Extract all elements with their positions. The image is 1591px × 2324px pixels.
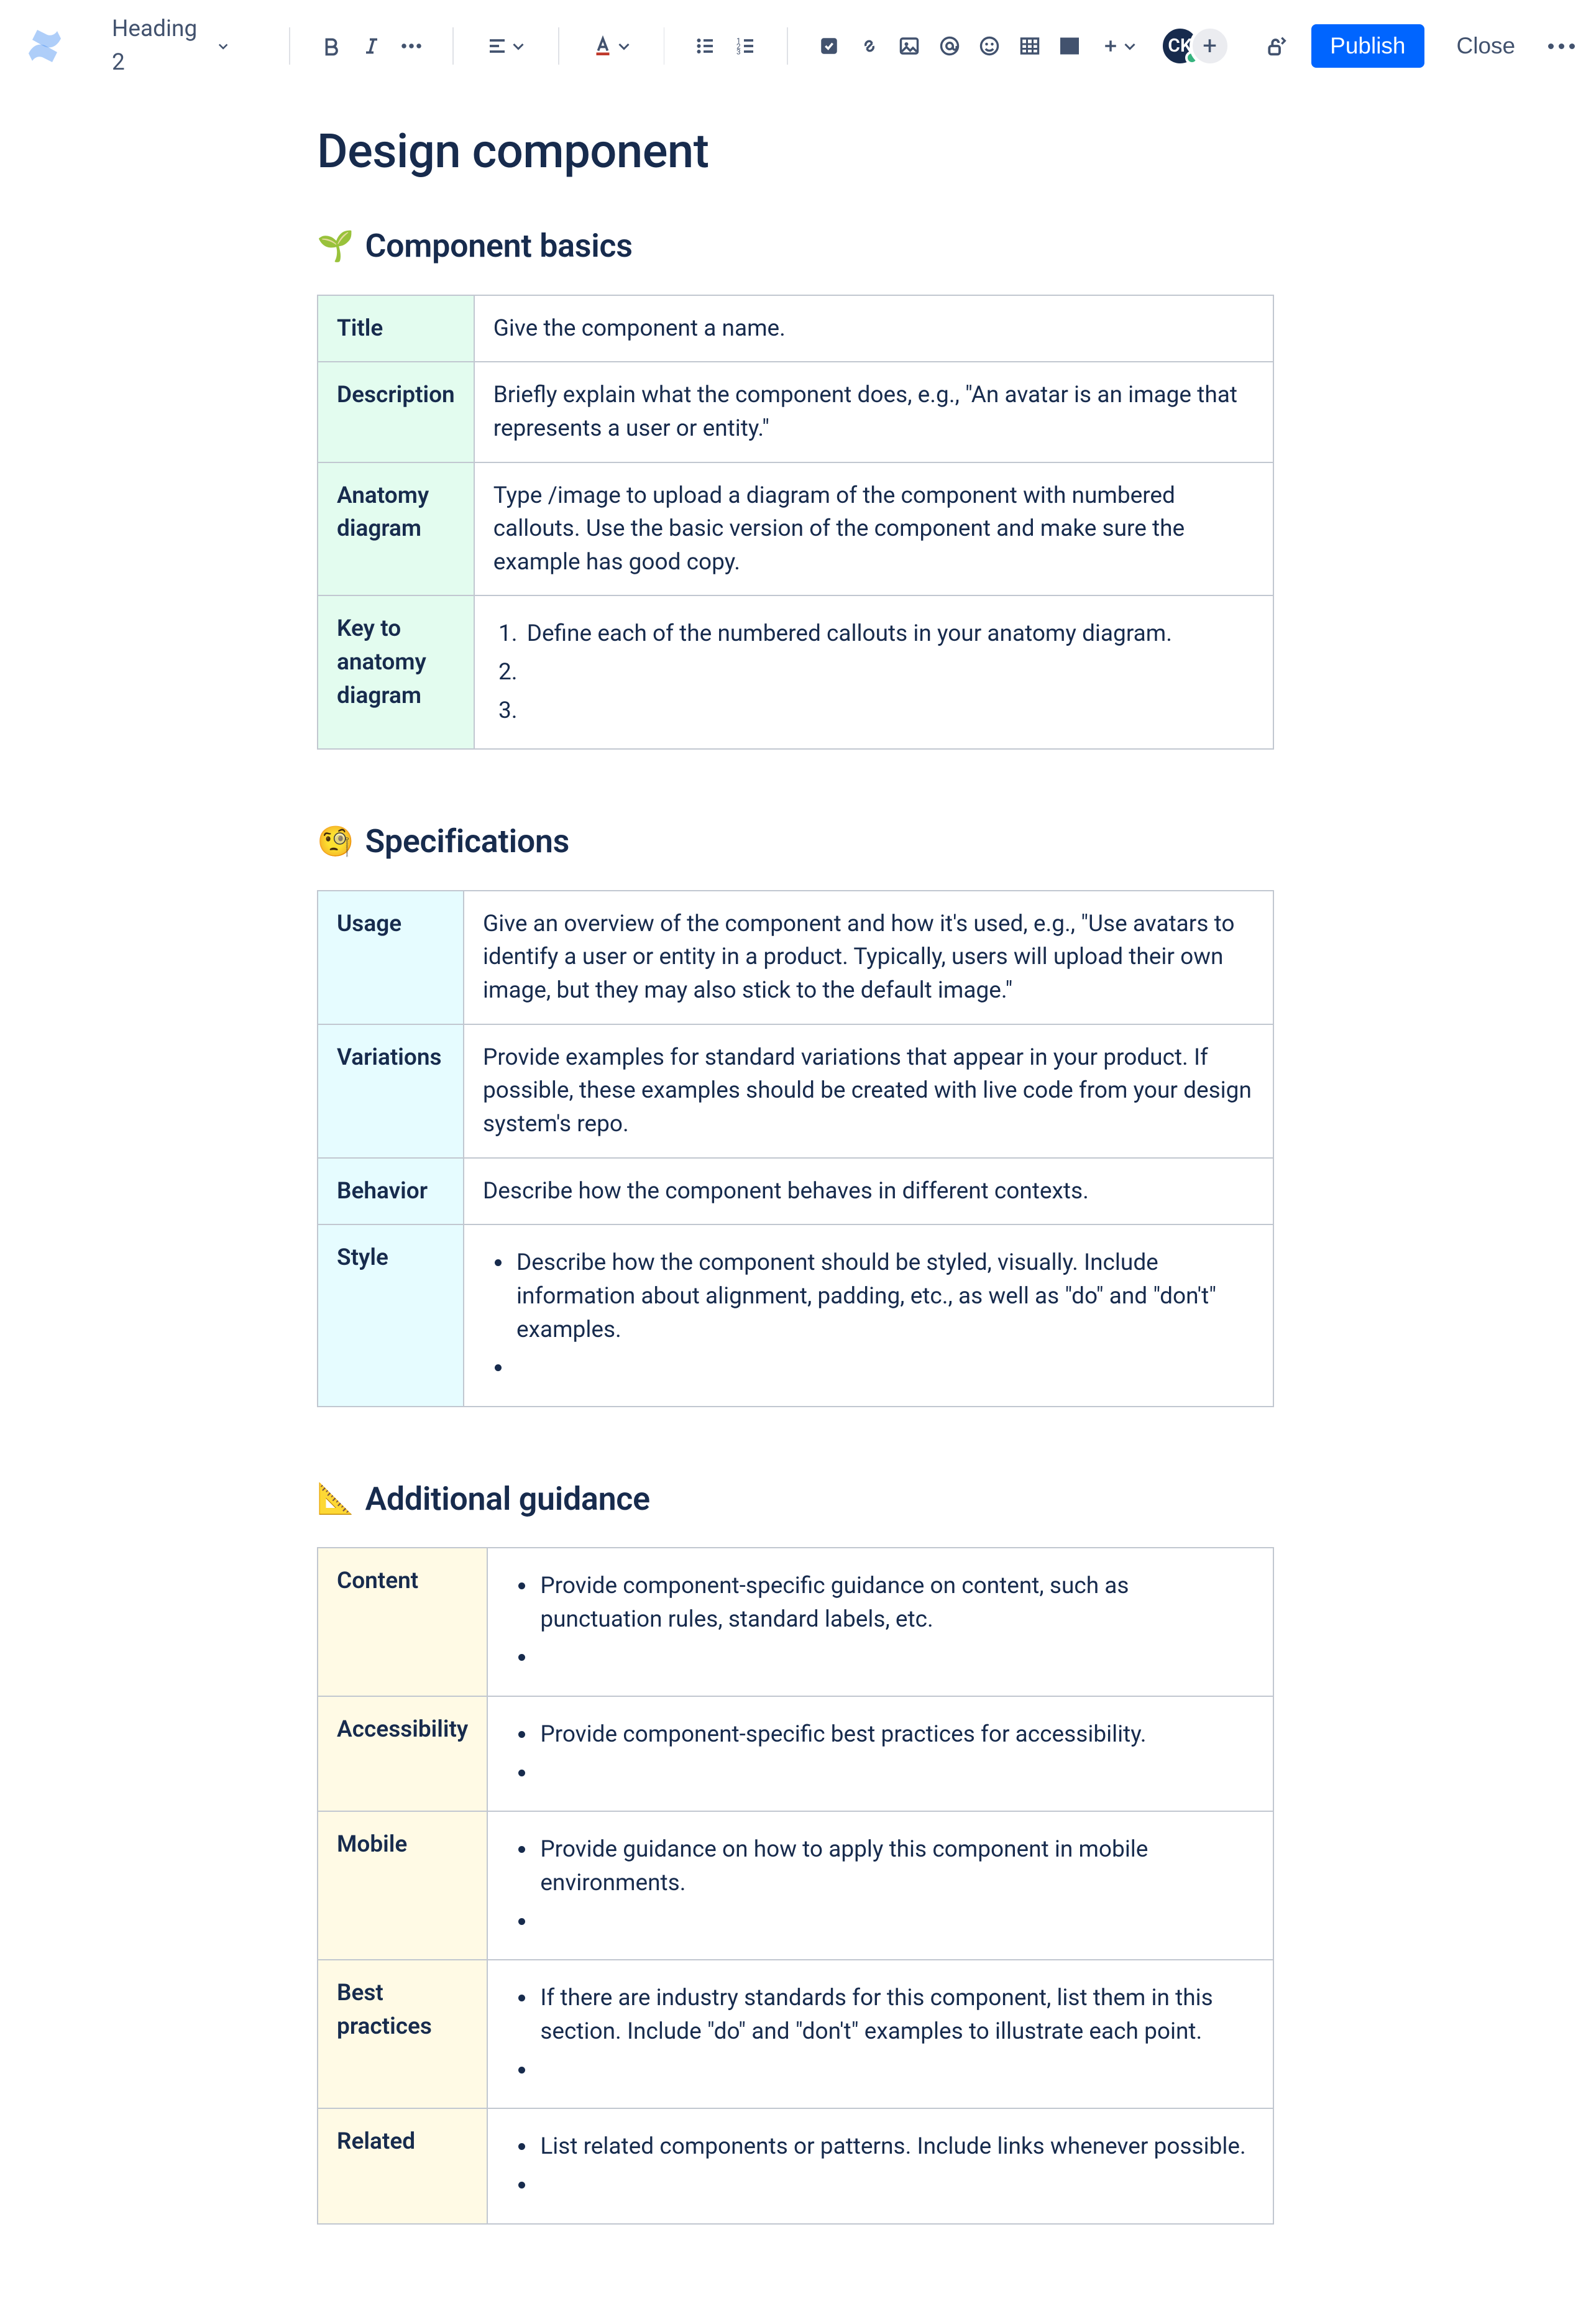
bullet-list-button[interactable]: [690, 27, 721, 65]
row-label[interactable]: Best practices: [318, 1960, 487, 2108]
row-label[interactable]: Usage: [318, 891, 464, 1024]
row-value[interactable]: Provide component-specific best practice…: [487, 1696, 1273, 1811]
numbered-list-button[interactable]: 123: [731, 27, 761, 65]
text-style-label: Heading 2: [112, 12, 199, 79]
action-item-button[interactable]: [814, 27, 845, 65]
row-label[interactable]: Style: [318, 1224, 464, 1407]
table-row: Style Describe how the component should …: [318, 1224, 1273, 1407]
row-label[interactable]: Content: [318, 1548, 487, 1696]
row-value[interactable]: Briefly explain what the component does,…: [474, 362, 1273, 462]
table-row: Usage Give an overview of the component …: [318, 891, 1273, 1024]
table-row: Mobile Provide guidance on how to apply …: [318, 1811, 1273, 1960]
toolbar-divider: [289, 27, 290, 65]
row-value[interactable]: If there are industry standards for this…: [487, 1960, 1273, 2108]
toolbar-divider: [558, 27, 559, 65]
list-item[interactable]: [536, 2054, 1254, 2087]
page-title[interactable]: Design component: [317, 117, 1274, 185]
mention-button[interactable]: [934, 27, 965, 65]
text-color-button[interactable]: [585, 27, 638, 65]
more-formatting-button[interactable]: [397, 27, 427, 65]
row-value[interactable]: Give the component a name.: [474, 295, 1273, 362]
bold-button[interactable]: [316, 27, 347, 65]
list-item[interactable]: [536, 1757, 1254, 1790]
row-label[interactable]: Key to anatomy diagram: [318, 595, 474, 749]
section-heading-label: Additional guidance: [365, 1476, 649, 1522]
face-monocle-icon: 🧐: [317, 827, 354, 857]
svg-text:3: 3: [736, 48, 741, 57]
specs-table[interactable]: Usage Give an overview of the component …: [317, 890, 1274, 1407]
table-row: Key to anatomy diagram Define each of th…: [318, 595, 1273, 749]
list-item[interactable]: [513, 1351, 1254, 1385]
row-label[interactable]: Accessibility: [318, 1696, 487, 1811]
toolbar-divider: [452, 27, 454, 65]
row-value[interactable]: Provide guidance on how to apply this co…: [487, 1811, 1273, 1960]
table-row: Related List related components or patte…: [318, 2108, 1273, 2223]
row-label[interactable]: Description: [318, 362, 474, 462]
image-button[interactable]: [894, 27, 925, 65]
row-value[interactable]: Provide examples for standard variations…: [464, 1024, 1273, 1158]
insert-more-button[interactable]: [1095, 27, 1144, 65]
list-item[interactable]: If there are industry standards for this…: [536, 1982, 1254, 2048]
row-label[interactable]: Related: [318, 2108, 487, 2223]
table-row: Variations Provide examples for standard…: [318, 1024, 1273, 1158]
layouts-button[interactable]: [1055, 27, 1085, 65]
row-value[interactable]: Define each of the numbered callouts in …: [474, 595, 1273, 749]
section-heading-guidance[interactable]: 📐 Additional guidance: [317, 1476, 1274, 1522]
emoji-button[interactable]: [974, 27, 1005, 65]
row-label[interactable]: Mobile: [318, 1811, 487, 1960]
alignment-button[interactable]: [480, 27, 532, 65]
text-style-dropdown[interactable]: Heading 2: [102, 6, 239, 85]
triangular-ruler-icon: 📐: [317, 1484, 354, 1513]
table-row: Best practices If there are industry sta…: [318, 1960, 1273, 2108]
list-item[interactable]: [536, 1641, 1254, 1674]
list-item[interactable]: [536, 2169, 1254, 2202]
list-item[interactable]: Provide guidance on how to apply this co…: [536, 1833, 1254, 1899]
list-item[interactable]: Provide component-specific best practice…: [536, 1718, 1254, 1752]
section-heading-label: Specifications: [365, 818, 569, 865]
table-row: Anatomy diagram Type /image to upload a …: [318, 462, 1273, 596]
request-changes-button[interactable]: [1262, 27, 1292, 65]
section-heading-label: Component basics: [365, 223, 632, 269]
list-item[interactable]: Describe how the component should be sty…: [513, 1246, 1254, 1346]
link-button[interactable]: [854, 27, 884, 65]
list-item[interactable]: Define each of the numbered callouts in …: [523, 617, 1254, 651]
row-value[interactable]: Type /image to upload a diagram of the c…: [474, 462, 1273, 596]
table-row: Behavior Describe how the component beha…: [318, 1158, 1273, 1225]
list-item[interactable]: [523, 694, 1254, 728]
toolbar-divider: [664, 27, 665, 65]
list-item[interactable]: [523, 656, 1254, 689]
confluence-logo-icon: [25, 26, 65, 66]
close-button[interactable]: Close: [1443, 24, 1529, 68]
row-label[interactable]: Anatomy diagram: [318, 462, 474, 596]
row-value[interactable]: Describe how the component behaves in di…: [464, 1158, 1273, 1225]
row-label[interactable]: Behavior: [318, 1158, 464, 1225]
collaborator-avatars: CK +: [1160, 25, 1231, 67]
row-value[interactable]: List related components or patterns. Inc…: [487, 2108, 1273, 2223]
table-row: Accessibility Provide component-specific…: [318, 1696, 1273, 1811]
table-row: Title Give the component a name.: [318, 295, 1273, 362]
row-value[interactable]: Give an overview of the component and ho…: [464, 891, 1273, 1024]
list-item[interactable]: [536, 1905, 1254, 1939]
basics-table[interactable]: Title Give the component a name. Descrip…: [317, 295, 1274, 750]
publish-button[interactable]: Publish: [1311, 24, 1424, 68]
row-label[interactable]: Variations: [318, 1024, 464, 1158]
row-value[interactable]: Describe how the component should be sty…: [464, 1224, 1273, 1407]
editor-page[interactable]: Design component 🌱 Component basics Titl…: [317, 92, 1274, 2324]
invite-button[interactable]: +: [1190, 25, 1231, 67]
guidance-table[interactable]: Content Provide component-specific guida…: [317, 1547, 1274, 2224]
row-value[interactable]: Provide component-specific guidance on c…: [487, 1548, 1273, 1696]
table-row: Content Provide component-specific guida…: [318, 1548, 1273, 1696]
table-row: Description Briefly explain what the com…: [318, 362, 1273, 462]
section-heading-basics[interactable]: 🌱 Component basics: [317, 223, 1274, 269]
seedling-icon: 🌱: [317, 231, 354, 261]
list-item[interactable]: Provide component-specific guidance on c…: [536, 1569, 1254, 1636]
more-actions-button[interactable]: [1547, 29, 1575, 63]
list-item[interactable]: List related components or patterns. Inc…: [536, 2130, 1254, 2164]
section-heading-specs[interactable]: 🧐 Specifications: [317, 818, 1274, 865]
row-label[interactable]: Title: [318, 295, 474, 362]
toolbar-divider: [787, 27, 788, 65]
italic-button[interactable]: [356, 27, 387, 65]
editor-toolbar: Heading 2 123: [0, 0, 1591, 92]
table-button[interactable]: [1015, 27, 1045, 65]
